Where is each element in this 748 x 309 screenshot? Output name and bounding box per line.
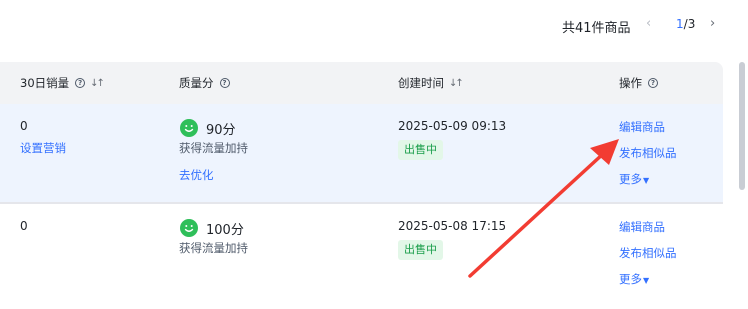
traffic-boost-text: 获得流量加持 [179,141,248,155]
product-table: 30日销量 ? ↓↑ 质量分 ? 创建时间 ↓↑ 操作 ? 0 设置营销 90分… [0,62,723,309]
sort-icon[interactable]: ↓↑ [90,78,105,89]
publish-similar-link[interactable]: 发布相似品 [619,245,677,261]
sort-icon[interactable]: ↓↑ [449,78,464,89]
more-label: 更多 [619,272,642,286]
sales-value: 0 [20,219,28,233]
created-time: 2025-05-08 17:15 [398,219,507,233]
help-icon[interactable]: ? [648,78,658,88]
page-indicator: 1/3 [676,17,695,31]
table-header: 30日销量 ? ↓↑ 质量分 ? 创建时间 ↓↑ 操作 ? [0,62,723,104]
more-dropdown[interactable]: 更多▼ [619,271,649,287]
more-label: 更多 [619,172,642,186]
edit-product-link[interactable]: 编辑商品 [619,119,665,135]
chevron-down-icon: ▼ [643,176,650,185]
total-pages: 3 [687,17,696,31]
table-row: 0 100分 获得流量加持 2025-05-08 17:15 出售中 编辑商品 … [0,204,723,309]
smiley-icon [180,219,198,237]
header-sales30-label: 30日销量 [20,76,70,90]
quality-score: 100分 [206,223,244,238]
next-page-button[interactable]: › [710,16,715,31]
edit-product-link[interactable]: 编辑商品 [619,219,665,235]
chevron-down-icon: ▼ [643,276,650,285]
header-actions-label: 操作 [619,76,642,90]
current-page: 1 [676,17,684,31]
header-created-label: 创建时间 [398,76,444,90]
help-icon[interactable]: ? [75,78,86,88]
scrollbar-thumb[interactable] [739,62,745,190]
header-actions: 操作 ? [619,75,658,91]
header-quality: 质量分 ? [179,75,230,91]
publish-similar-link[interactable]: 发布相似品 [619,145,677,161]
table-row: 0 设置营销 90分 获得流量加持 去优化 2025-05-09 09:13 出… [0,104,723,202]
traffic-boost-text: 获得流量加持 [179,241,248,255]
optimize-link[interactable]: 去优化 [179,167,214,183]
help-icon[interactable]: ? [219,78,230,88]
prev-page-button[interactable]: ‹ [646,16,651,31]
status-badge: 出售中 [398,240,443,260]
sales-value: 0 [20,119,28,133]
smiley-icon [180,119,198,137]
total-count: 共41件商品 [562,21,631,36]
set-marketing-link[interactable]: 设置营销 [20,140,66,156]
more-dropdown[interactable]: 更多▼ [619,171,649,187]
header-sales30[interactable]: 30日销量 ? ↓↑ [20,75,105,91]
created-time: 2025-05-09 09:13 [398,119,507,133]
quality-score: 90分 [206,123,236,138]
header-created[interactable]: 创建时间 ↓↑ [398,75,464,91]
pagination-bar: 共41件商品 ‹ 1/3 › [0,0,748,56]
header-quality-label: 质量分 [179,76,214,90]
status-badge: 出售中 [398,140,443,160]
